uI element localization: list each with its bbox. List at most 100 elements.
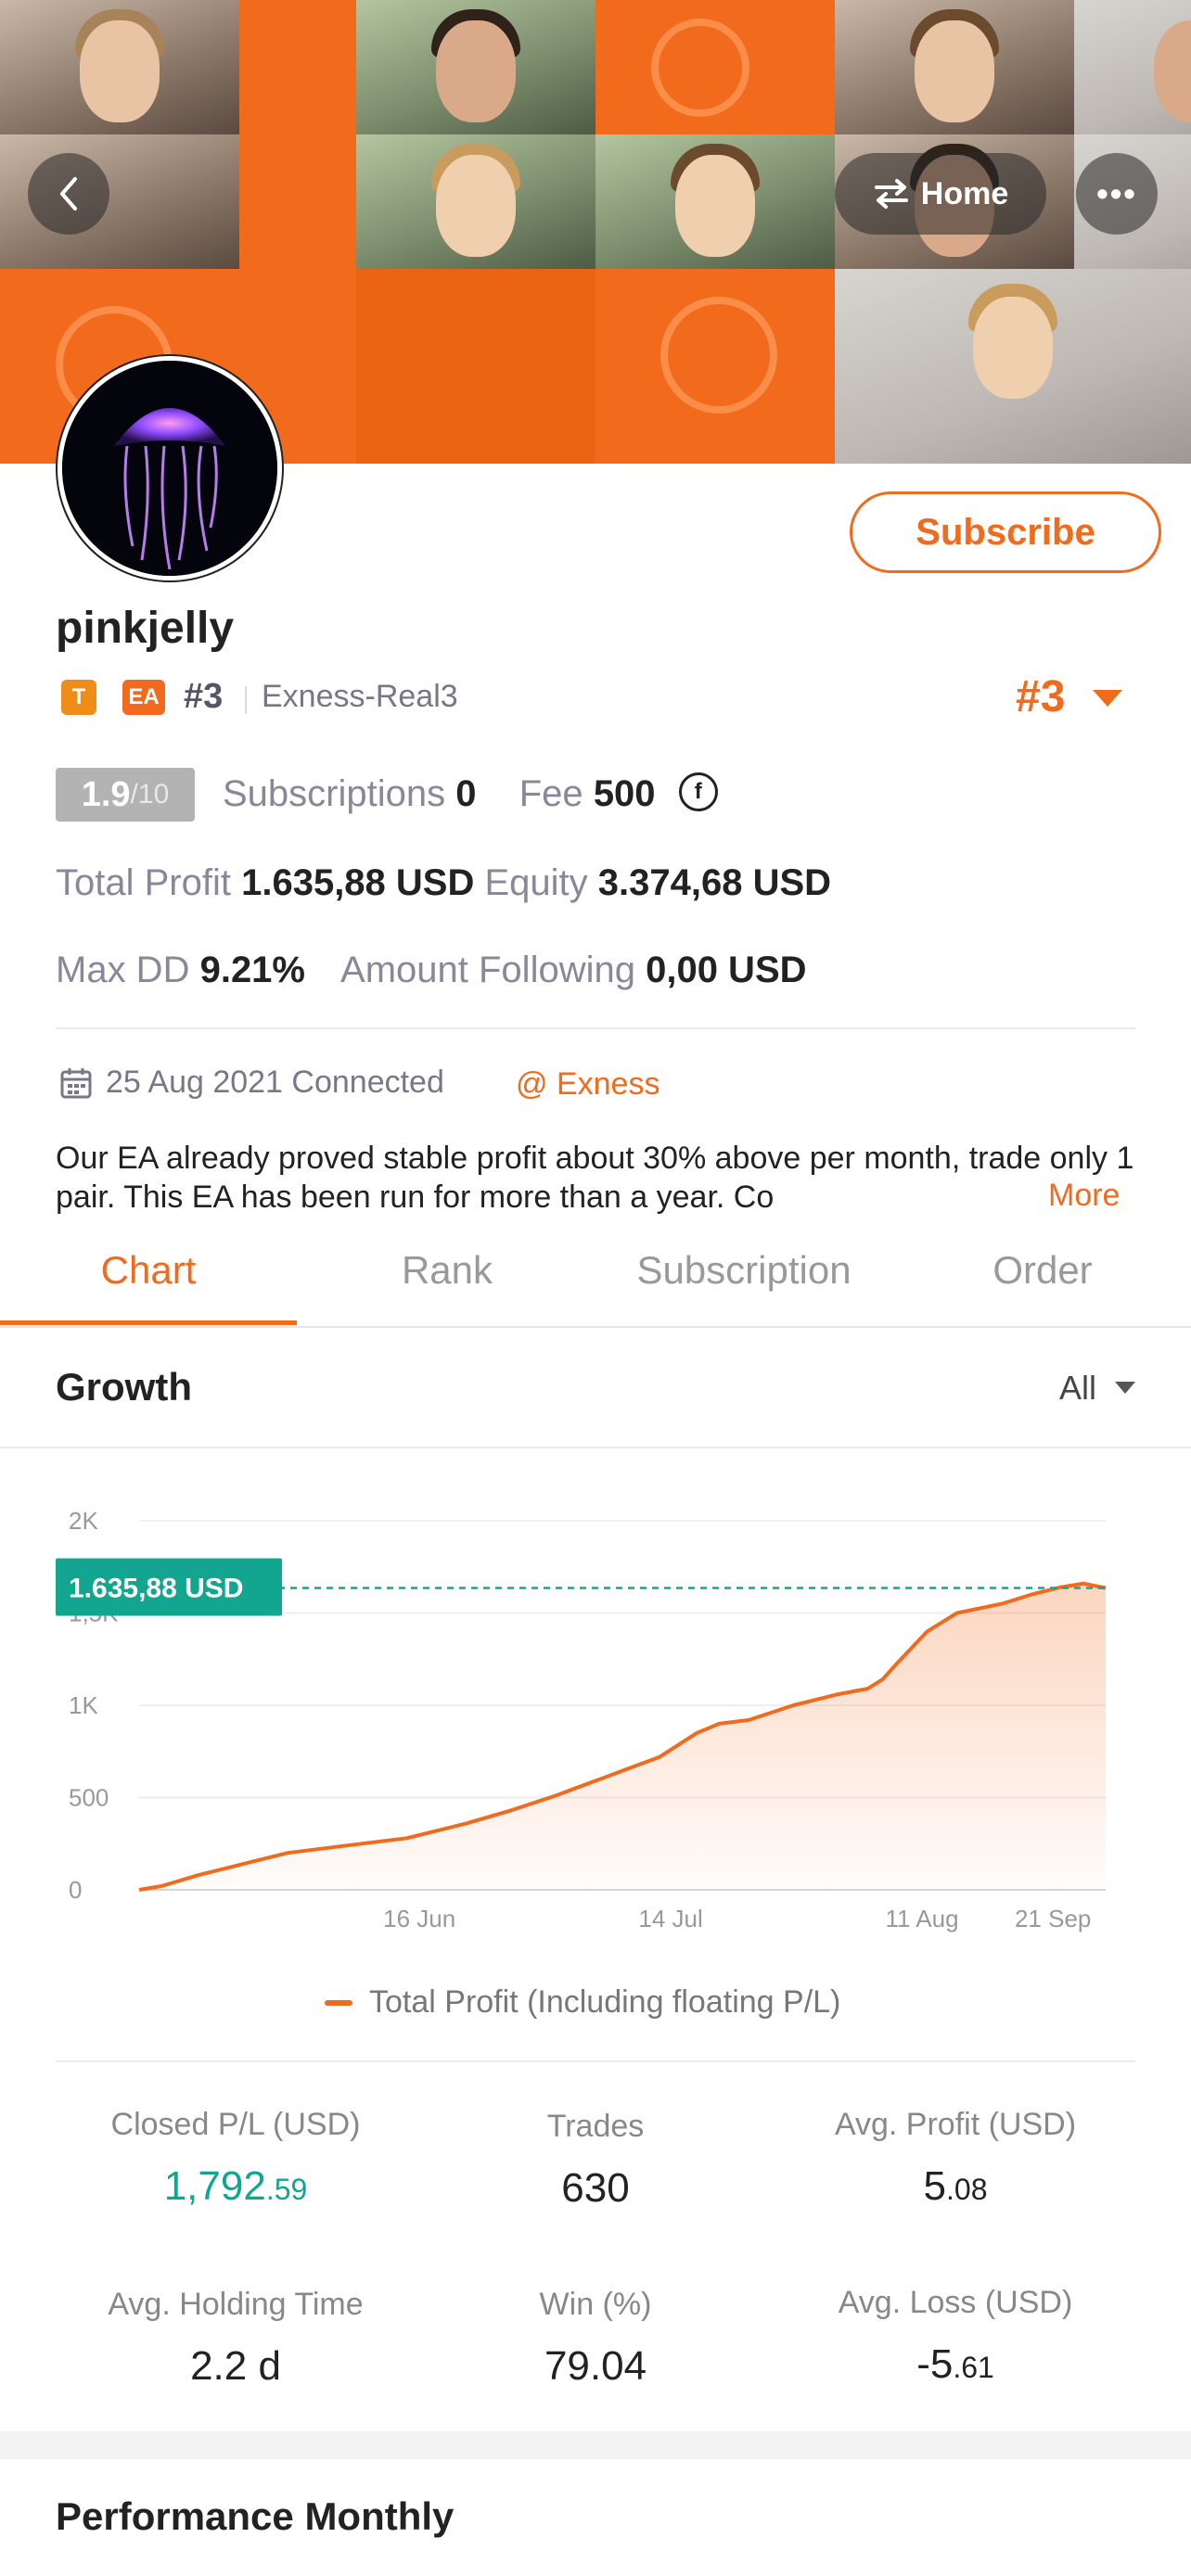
stat-avg-profit: Avg. Profit (USD) 5.08 — [788, 2107, 1122, 2210]
subscriptions-value: 0 — [455, 773, 477, 814]
score-badge: 1.9/10 — [56, 768, 195, 822]
stat-value: 2.2 d — [69, 2343, 403, 2390]
banner-tile — [356, 269, 596, 464]
home-button[interactable]: Home — [835, 153, 1046, 235]
y-tick-label: 1K — [69, 1691, 98, 1719]
stat-label: Avg. Loss (USD) — [838, 2285, 1073, 2320]
stat-label: Avg. Profit (USD) — [834, 2107, 1077, 2142]
stat-value: 5.08 — [788, 2163, 1122, 2210]
stat-trades: Trades 630 — [429, 2109, 762, 2212]
tab-chart[interactable]: Chart — [37, 1248, 260, 1293]
stat-value: -5.61 — [788, 2341, 1122, 2388]
strategy-description: Our EA already proved stable profit abou… — [56, 1141, 1134, 1215]
banner-photo — [0, 0, 239, 134]
description-more-link[interactable]: More — [1046, 1178, 1121, 1214]
server-name: Exness-Real3 — [262, 679, 458, 714]
x-tick-label: 16 Jun — [383, 1905, 455, 1932]
dd-following-row: Max DD 9.21% Amount Following 0,00 USD — [56, 950, 807, 991]
growth-title: Growth — [56, 1365, 192, 1409]
amount-following-value: 0,00 USD — [646, 950, 807, 990]
total-profit-label: Total Profit — [56, 862, 231, 903]
fee-label: Fee — [519, 773, 583, 814]
x-tick-label: 14 Jul — [638, 1905, 702, 1932]
stat-value-int: 79.04 — [544, 2343, 647, 2389]
rank-small: #3 — [184, 677, 224, 716]
subscriptions-fee-row: Subscriptions 0 Fee 500 f — [223, 772, 718, 815]
stat-value-int: -5 — [916, 2341, 954, 2387]
divider — [56, 2060, 1135, 2062]
back-button[interactable] — [28, 153, 109, 235]
more-dots-icon: ••• — [1096, 174, 1137, 212]
stat-label: Avg. Holding Time — [108, 2287, 364, 2322]
connected-date: 25 Aug 2021 Connected — [59, 1065, 444, 1101]
stat-value-int: 2.2 d — [190, 2343, 281, 2389]
badge-ea: EA — [122, 680, 165, 715]
stat-label: Win (%) — [539, 2287, 652, 2322]
stat-value-dec: .08 — [946, 2173, 988, 2206]
banner-tile — [596, 269, 835, 464]
y-tick-label: 2K — [69, 1507, 98, 1535]
current-value-label: 1.635,88 USD — [69, 1573, 243, 1603]
amount-following-label: Amount Following — [340, 950, 635, 990]
calendar-icon — [60, 1067, 92, 1098]
total-profit-value: 1.635,88 USD — [241, 862, 475, 903]
tab-bar: Chart Rank Subscription Order — [0, 1233, 1191, 1328]
x-tick-label: 21 Sep — [1015, 1905, 1091, 1932]
performance-monthly-title: Performance Monthly — [56, 2494, 455, 2538]
divider — [0, 1447, 1191, 1448]
home-label: Home — [920, 175, 1009, 211]
stat-closed-pl: Closed P/L (USD) 1,792.59 — [69, 2107, 403, 2210]
growth-chart[interactable]: 05001K1,5K2K 16 Jun14 Jul11 Aug21 Sep 1.… — [0, 1474, 1191, 1957]
avatar[interactable] — [58, 356, 282, 580]
chevron-left-icon — [60, 177, 77, 210]
broker-link[interactable]: @ Exness — [516, 1066, 660, 1103]
banner-photo — [835, 0, 1074, 134]
stat-avg-holding-time: Avg. Holding Time 2.2 d — [69, 2287, 403, 2390]
banner-tile — [596, 0, 835, 134]
equity-value: 3.374,68 USD — [597, 862, 832, 903]
stat-value-int: 5 — [923, 2163, 946, 2209]
stat-value: 630 — [429, 2165, 762, 2212]
rank-dropdown[interactable]: #3 — [1016, 671, 1065, 722]
fee-value: 500 — [593, 773, 656, 814]
stat-win-rate: Win (%) 79.04 — [429, 2287, 762, 2390]
stat-value-dec: .61 — [953, 2351, 994, 2384]
banner-photo — [1074, 0, 1191, 134]
legend-swatch — [325, 1999, 352, 2006]
coin-icon: f — [678, 772, 718, 812]
stat-avg-loss: Avg. Loss (USD) -5.61 — [788, 2285, 1122, 2388]
banner-photo — [835, 269, 1191, 464]
connected-text: 25 Aug 2021 Connected — [106, 1065, 444, 1100]
stat-value-dec: .59 — [265, 2173, 308, 2206]
y-tick-label: 0 — [69, 1876, 82, 1904]
divider — [56, 1027, 1135, 1029]
chart-legend: Total Profit (Including floating P/L) — [325, 1984, 840, 2021]
max-dd-value: 9.21% — [199, 950, 305, 990]
swap-arrows-icon — [874, 179, 908, 209]
subscribe-button[interactable]: Subscribe — [850, 491, 1161, 573]
badge-t: T — [61, 680, 96, 715]
caret-down-icon[interactable] — [1093, 690, 1122, 707]
y-tick-label: 500 — [69, 1784, 109, 1812]
stat-label: Closed P/L (USD) — [110, 2107, 361, 2142]
tab-order[interactable]: Order — [931, 1248, 1154, 1293]
tab-rank[interactable]: Rank — [336, 1248, 558, 1293]
series-area — [139, 1583, 1106, 1890]
divider — [245, 686, 247, 714]
stat-value-int: 630 — [561, 2165, 630, 2211]
equity-label: Equity — [484, 862, 588, 903]
active-tab-indicator — [0, 1320, 297, 1325]
jellyfish-avatar-image — [62, 361, 277, 576]
legend-label: Total Profit (Including floating P/L) — [369, 1984, 841, 2020]
username: pinkjelly — [56, 604, 235, 653]
stat-value: 1,792.59 — [69, 2163, 403, 2210]
tab-subscription[interactable]: Subscription — [605, 1248, 883, 1293]
score-denominator: /10 — [130, 779, 170, 810]
profit-equity-row: Total Profit 1.635,88 USD Equity 3.374,6… — [56, 862, 831, 904]
stat-label: Trades — [546, 2109, 645, 2144]
section-separator — [0, 2431, 1191, 2459]
more-options-button[interactable]: ••• — [1076, 153, 1158, 235]
caret-down-icon[interactable] — [1115, 1382, 1135, 1394]
banner-photo — [356, 0, 596, 134]
range-selector[interactable]: All — [1059, 1369, 1096, 1408]
